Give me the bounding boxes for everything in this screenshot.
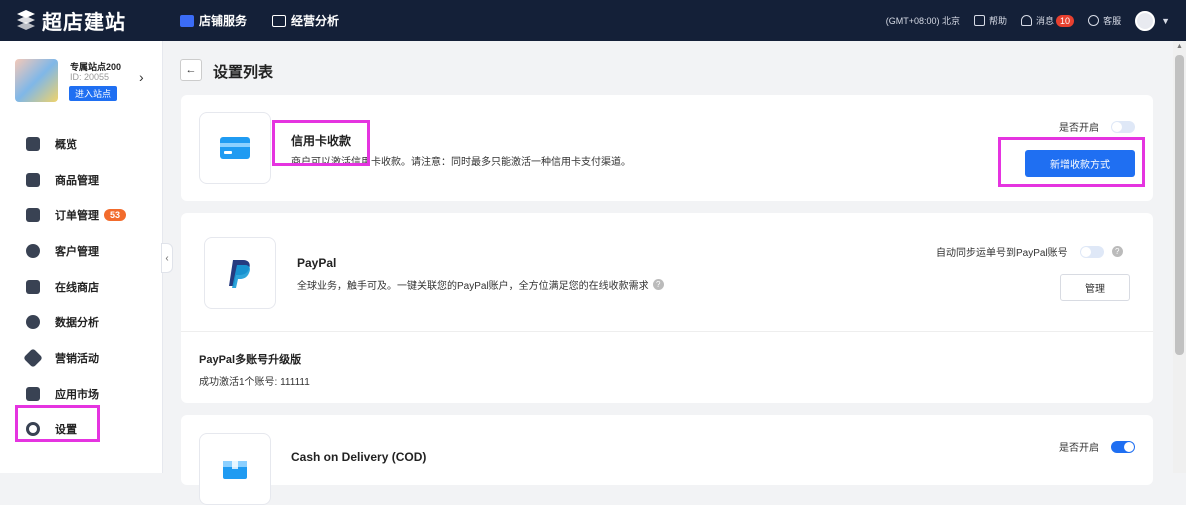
- sidebar-item-label: 在线商店: [55, 281, 99, 294]
- scrollbar-thumb[interactable]: [1175, 55, 1184, 355]
- sidebar-item-marketing[interactable]: 营销活动: [0, 340, 163, 376]
- sidebar-item-label: 客户管理: [55, 245, 99, 258]
- sync-label: 自动同步运单号到PayPal账号: [936, 248, 1068, 259]
- store-thumbnail: [15, 59, 58, 102]
- main-content: ← 设置列表 信用卡收款 商户可以激活信用卡收款。请注意：同时最多只能激活一种信…: [163, 41, 1173, 505]
- cod-enable-toggle[interactable]: [1111, 440, 1135, 453]
- paypal-logo: [204, 237, 276, 309]
- chevron-down-icon[interactable]: ▼: [1161, 16, 1170, 26]
- credit-card-icon: [220, 137, 250, 159]
- card-divider: [181, 331, 1153, 332]
- scroll-up-icon[interactable]: ▲: [1176, 43, 1183, 50]
- sidebar-item-label: 概览: [55, 138, 77, 151]
- store-id: ID: 20055: [70, 72, 110, 82]
- paypal-description: 全球业务，触手可及。一键关联您的PayPal账户，全方位满足您的在线收款需求: [297, 281, 649, 292]
- sidebar-menu: 概览 商品管理 订单管理 53 客户管理 在线商店 数据分析 营销活动 应用市场 …: [0, 126, 163, 447]
- store-icon: [26, 279, 40, 294]
- service-label: 客服: [1103, 16, 1122, 26]
- service-link[interactable]: 客服: [1088, 14, 1121, 27]
- enable-label: 是否开启: [1059, 443, 1099, 454]
- paypal-description-row: 全球业务，触手可及。一键关联您的PayPal账户，全方位满足您的在线收款需求 ?: [297, 277, 664, 292]
- sidebar-item-online-store[interactable]: 在线商店: [0, 269, 163, 305]
- brand-logo[interactable]: 超店建站: [14, 8, 126, 34]
- page-scrollbar[interactable]: ▲: [1173, 41, 1186, 473]
- headset-icon: [1088, 15, 1100, 26]
- page-title: 设置列表: [213, 64, 274, 81]
- help-circle-icon[interactable]: ?: [1111, 246, 1123, 257]
- avatar[interactable]: [1135, 10, 1156, 31]
- highlight-box-title: [272, 120, 370, 166]
- help-link[interactable]: 帮助: [974, 14, 1007, 27]
- cod-title: Cash on Delivery (COD): [291, 450, 427, 464]
- tag-icon: [23, 348, 43, 368]
- paypal-payment-card: PayPal 全球业务，触手可及。一键关联您的PayPal账户，全方位满足您的在…: [181, 213, 1153, 403]
- cod-payment-card: Cash on Delivery (COD) 是否开启: [181, 415, 1153, 505]
- apps-icon: [26, 386, 40, 401]
- cod-enable-row: 是否开启: [1059, 439, 1135, 454]
- cod-logo: [199, 433, 271, 505]
- store-service-icon: [180, 14, 194, 27]
- sidebar-item-label: 订单管理: [55, 210, 99, 223]
- paypal-multi-title: PayPal多账号升级版: [199, 354, 302, 366]
- credit-card-enable-toggle[interactable]: [1111, 120, 1135, 133]
- overview-icon: [26, 136, 40, 151]
- timezone-label: (GMT+08:00) 北京: [885, 16, 961, 26]
- credit-card-logo: [199, 112, 271, 184]
- help-circle-icon[interactable]: ?: [652, 279, 664, 290]
- enter-site-button[interactable]: 进入站点: [69, 86, 118, 101]
- bell-icon: [1021, 15, 1033, 26]
- top-bar: 超店建站 店铺服务 经营分析 (GMT+08:00) 北京 帮助 消息 10 客服…: [0, 0, 1186, 41]
- tab-store-service[interactable]: 店铺服务: [180, 0, 247, 41]
- sidebar-item-customers[interactable]: 客户管理: [0, 233, 163, 269]
- tab-label: 店铺服务: [199, 14, 248, 28]
- sidebar-item-overview[interactable]: 概览: [0, 126, 163, 162]
- box-icon: [223, 461, 247, 479]
- pie-chart-icon: [26, 315, 40, 330]
- user-icon: [26, 243, 40, 258]
- tab-business-analysis[interactable]: 经营分析: [272, 0, 339, 41]
- sidebar-item-label: 应用市场: [55, 388, 99, 401]
- chevron-right-icon[interactable]: ›: [139, 69, 144, 85]
- paypal-sync-row: 自动同步运单号到PayPal账号 ?: [936, 244, 1123, 259]
- highlight-box-settings: [15, 405, 100, 442]
- brand-name: 超店建站: [42, 11, 126, 34]
- sidebar-item-analytics[interactable]: 数据分析: [0, 304, 163, 340]
- bag-icon: [26, 172, 40, 187]
- sidebar-item-label: 营销活动: [55, 352, 99, 365]
- messages-label: 消息: [1036, 16, 1055, 26]
- paypal-icon: [229, 260, 250, 288]
- paypal-multi-status: 成功激活1个账号: 111111: [199, 377, 310, 388]
- paypal-title: PayPal: [297, 256, 337, 270]
- sidebar-item-label: 数据分析: [55, 317, 99, 330]
- paypal-manage-button[interactable]: 管理: [1060, 274, 1130, 301]
- sidebar-item-label: 商品管理: [55, 174, 99, 187]
- logo-icon: [17, 10, 35, 30]
- sidebar-item-orders[interactable]: 订单管理 53: [0, 197, 163, 233]
- messages-link[interactable]: 消息 10: [1021, 14, 1075, 27]
- help-label: 帮助: [989, 16, 1008, 26]
- store-switcher[interactable]: 专属站点200 ID: 20055 进入站点 ›: [15, 59, 155, 105]
- highlight-box-add-button: [998, 137, 1145, 187]
- orders-count-badge: 53: [104, 209, 127, 222]
- analysis-icon: [272, 14, 286, 27]
- tab-label: 经营分析: [291, 14, 340, 28]
- credit-card-enable-row: 是否开启: [1059, 119, 1135, 134]
- sidebar-item-products[interactable]: 商品管理: [0, 162, 163, 198]
- back-button[interactable]: ←: [180, 59, 202, 81]
- enable-label: 是否开启: [1059, 123, 1099, 134]
- messages-count-badge: 10: [1056, 14, 1075, 27]
- paypal-sync-toggle[interactable]: [1079, 245, 1104, 258]
- help-icon: [974, 15, 986, 26]
- cart-icon: [26, 208, 40, 223]
